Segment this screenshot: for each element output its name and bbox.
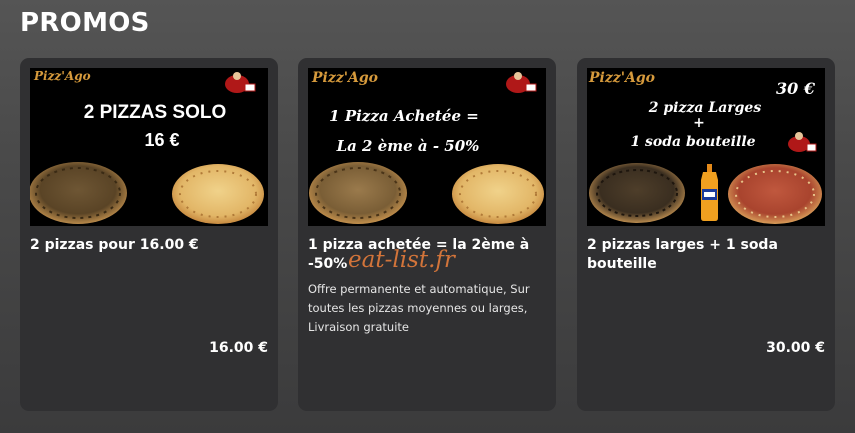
promo-description: Offre permanente et automatique, Sur tou…	[308, 282, 530, 334]
pizza-icon	[452, 164, 544, 224]
promo-image-1: Pizz'Ago 2 PIZZAS SOLO 16 €	[30, 68, 268, 226]
promo-image-3: Pizz'Ago 30 € 2 pizza Larges + 1 soda bo…	[587, 68, 825, 226]
soda-bottle-icon	[701, 164, 718, 221]
promo-price: 30.00 €	[766, 340, 825, 356]
promo-card-1[interactable]: Pizz'Ago 2 PIZZAS SOLO 16 € 2 pizzas pou…	[20, 58, 278, 411]
mascot-icon	[506, 72, 537, 93]
promo-image-line-2: La 2 ème à - 50%	[336, 137, 480, 155]
promo-card-2[interactable]: Pizz'Ago 1 Pizza Achetée = La 2 ème à - …	[298, 58, 556, 411]
promo-image-line-1: 1 Pizza Achetée =	[329, 107, 479, 125]
brand-logo: Pizz'Ago	[311, 70, 378, 86]
pizza-icon	[589, 163, 685, 223]
promo-title: 2 pizzas pour 16.00 €	[30, 237, 199, 253]
promo-title: 2 pizzas larges + 1 soda bouteille	[587, 237, 778, 272]
brand-logo: Pizz'Ago	[588, 70, 655, 86]
promo-image-line-2: +	[693, 115, 705, 131]
pizza-icon	[30, 162, 127, 224]
pizza-icon	[728, 164, 822, 224]
brand-logo: Pizz'Ago	[33, 69, 91, 83]
promo-image-line-1: 2 PIZZAS SOLO	[84, 102, 227, 123]
promo-image-2: Pizz'Ago 1 Pizza Achetée = La 2 ème à - …	[308, 68, 546, 226]
pizza-icon	[172, 164, 264, 224]
mascot-icon	[788, 132, 817, 152]
promo-image-line-3: 1 soda bouteille	[630, 134, 755, 150]
promo-card-3[interactable]: Pizz'Ago 30 € 2 pizza Larges + 1 soda bo…	[577, 58, 835, 411]
pizza-icon	[309, 162, 407, 224]
promo-image-line-1: 2 pizza Larges	[648, 100, 762, 116]
promo-image-line-2: 16 €	[144, 130, 179, 150]
mascot-icon	[225, 72, 256, 93]
promo-title: 1 pizza achetée = la 2ème à -50%	[308, 237, 530, 272]
promo-image-price: 30 €	[776, 79, 816, 98]
promo-price: 16.00 €	[209, 340, 268, 356]
section-title: PROMOS	[20, 8, 150, 38]
